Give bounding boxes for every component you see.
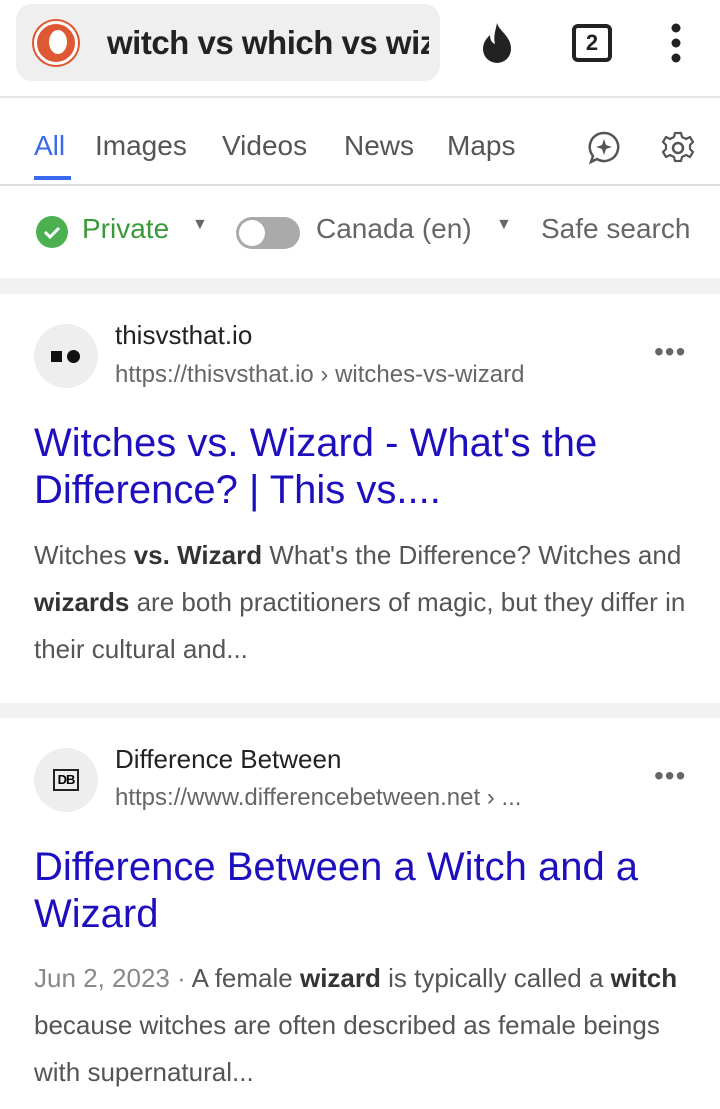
highlighted-term: wizard [299, 963, 381, 993]
safe-search-filter[interactable]: Safe search [541, 213, 690, 245]
filter-bar: Private ▼ Canada (en) ▼ Safe search [0, 208, 720, 254]
duckduckgo-logo [34, 21, 78, 65]
search-tabs: All Images Videos News Maps [0, 124, 720, 186]
highlighted-term: wizards [34, 587, 130, 617]
result-snippet: Witches vs. Wizard What's the Difference… [34, 540, 686, 664]
result-title[interactable]: Witches vs. Wizard - What's the Differen… [34, 420, 694, 514]
result-url[interactable]: https://thisvsthat.io › witches-vs-wizar… [115, 361, 524, 389]
region-filter[interactable]: Canada (en) [316, 213, 472, 245]
highlighted-term: vs. [133, 540, 170, 570]
tabs-count-button[interactable]: 2 [572, 24, 612, 62]
result-date: Jun 2, 2023 [34, 963, 170, 993]
active-tab-indicator [34, 176, 71, 180]
caret-down-icon[interactable]: ▼ [496, 216, 512, 234]
tab-videos[interactable]: Videos [222, 130, 307, 162]
tab-images[interactable]: Images [95, 130, 187, 162]
region-toggle[interactable] [236, 217, 300, 249]
divider [0, 278, 720, 294]
more-options-icon[interactable]: ••• [654, 336, 686, 368]
site-favicon [34, 324, 98, 388]
site-name[interactable]: Difference Between [115, 744, 341, 775]
browser-header: witch vs which vs wizard 2 [0, 0, 720, 98]
assist-chat-icon[interactable] [586, 130, 622, 166]
private-filter[interactable]: Private [82, 213, 169, 245]
address-bar[interactable]: witch vs which vs wizard [16, 4, 440, 81]
more-options-icon[interactable]: ••• [654, 760, 686, 792]
tab-news[interactable]: News [344, 130, 414, 162]
more-vert-icon[interactable] [668, 22, 684, 64]
result-title[interactable]: Difference Between a Witch and a Wizard [34, 844, 694, 938]
highlighted-term: witch [610, 963, 678, 993]
result-url[interactable]: https://www.differencebetween.net › ... [115, 784, 521, 812]
site-favicon: DB [34, 748, 98, 812]
highlighted-term: Wizard [177, 540, 263, 570]
search-query[interactable]: witch vs which vs wizard [107, 24, 429, 62]
divider [0, 703, 720, 718]
check-circle-icon [36, 216, 68, 248]
fire-icon[interactable] [478, 22, 516, 64]
gear-icon[interactable] [660, 130, 696, 166]
caret-down-icon[interactable]: ▼ [192, 216, 208, 234]
site-name[interactable]: thisvsthat.io [115, 320, 252, 351]
tab-all[interactable]: All [34, 130, 65, 162]
tab-maps[interactable]: Maps [447, 130, 515, 162]
result-snippet: Jun 2, 2023 · A female wizard is typical… [34, 963, 678, 1087]
